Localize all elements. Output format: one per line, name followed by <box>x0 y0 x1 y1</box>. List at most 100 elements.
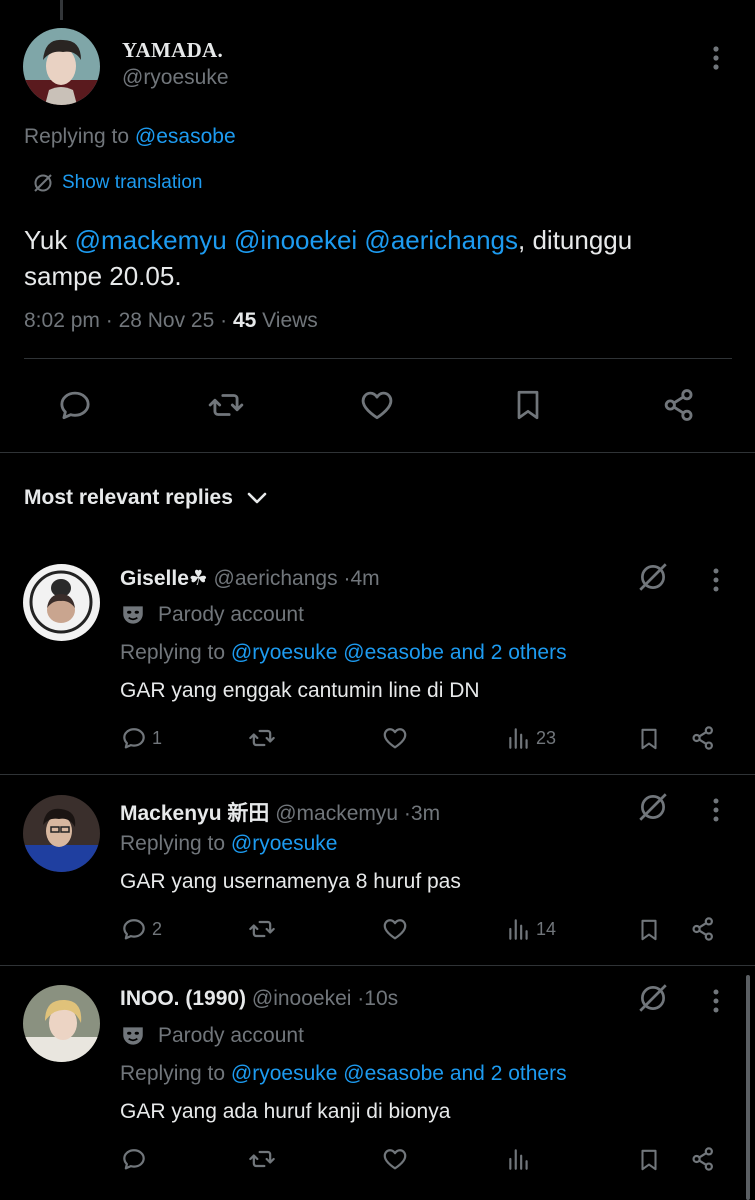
replying-to-link[interactable]: @ryoesuke @esasobe and 2 others <box>231 641 567 664</box>
parody-badge: Parody account <box>120 602 304 628</box>
retweet-icon[interactable] <box>206 386 246 424</box>
views-button[interactable]: 14 <box>506 915 556 943</box>
like-icon <box>381 1145 409 1173</box>
retweet-button[interactable] <box>246 1145 282 1173</box>
like-button[interactable] <box>381 1145 413 1173</box>
reply-author-line: Mackenyu 新田 @mackemyu ·3m <box>120 797 440 827</box>
share-icon[interactable] <box>660 386 698 424</box>
bookmark-icon[interactable] <box>636 1145 662 1175</box>
author-avatar[interactable] <box>23 28 100 105</box>
reply-time[interactable]: 10s <box>364 987 398 1010</box>
views-icon <box>506 724 532 752</box>
share-icon[interactable] <box>689 724 717 752</box>
tweet-time[interactable]: 8:02 pm <box>24 309 100 332</box>
mention-link[interactable]: @aerichangs <box>364 225 518 255</box>
bookmark-icon[interactable] <box>510 386 546 424</box>
views-icon <box>506 1145 532 1173</box>
reply-button[interactable]: 2 <box>120 915 162 943</box>
reply-icon <box>120 1145 148 1173</box>
reply-time[interactable]: 4m <box>350 567 379 590</box>
tweet-meta: 8:02 pm · 28 Nov 25 · 45 Views <box>24 309 318 332</box>
reply-actions: 2 14 <box>0 915 755 949</box>
mention-link[interactable]: @inooekei <box>234 225 357 255</box>
like-icon <box>381 915 409 943</box>
retweet-button[interactable] <box>246 724 282 752</box>
tweet-text-line2: sampe 20.05. <box>24 261 182 291</box>
reply-avatar[interactable] <box>23 564 100 641</box>
replying-to-link[interactable]: @ryoesuke <box>231 832 338 855</box>
bookmark-icon[interactable] <box>636 724 662 754</box>
replying-to-link[interactable]: @ryoesuke @esasobe and 2 others <box>231 1062 567 1085</box>
author-handle[interactable]: @ryoesuke <box>122 66 229 90</box>
reply-count: 1 <box>152 727 163 748</box>
like-icon <box>381 724 409 752</box>
views-count: 23 <box>536 727 557 748</box>
reply-replying-to: Replying to @ryoesuke <box>120 832 337 856</box>
reply-text: GAR yang enggak cantumin line di DN <box>120 679 480 702</box>
share-icon[interactable] <box>689 1145 717 1173</box>
views-label: Views <box>262 309 318 332</box>
retweet-icon <box>246 1145 278 1173</box>
divider <box>0 452 755 453</box>
like-button[interactable] <box>381 724 413 752</box>
tweet-text-prefix: Yuk <box>24 225 68 255</box>
translate-icon[interactable] <box>636 790 670 824</box>
tweet-actions <box>0 380 755 434</box>
replying-prefix: Replying to <box>24 125 130 148</box>
tweet-date[interactable]: 28 Nov 25 <box>119 309 215 332</box>
reply-icon[interactable] <box>56 386 94 424</box>
reply-button[interactable] <box>120 1145 152 1173</box>
tweet-text: Yuk @mackemyu @inooekei @aerichangs, dit… <box>24 222 724 294</box>
chevron-down-icon <box>247 491 267 505</box>
more-options-icon[interactable] <box>708 988 724 1014</box>
reply-author-name[interactable]: Mackenyu 新田 <box>120 802 269 825</box>
translate-icon <box>32 172 54 194</box>
author-name[interactable]: YAMADA. <box>122 38 223 63</box>
replying-prefix: Replying to <box>120 1062 226 1085</box>
show-translation-label: Show translation <box>62 172 203 193</box>
reply-text: GAR yang ada huruf kanji di bionya <box>120 1100 451 1123</box>
reply-avatar[interactable] <box>23 985 100 1062</box>
translate-icon[interactable] <box>636 981 670 1015</box>
reply-actions: 1 23 <box>0 724 755 758</box>
reply-author-handle[interactable]: @mackemyu <box>275 802 398 825</box>
views-icon <box>506 915 532 943</box>
retweet-icon <box>246 915 278 943</box>
reply-actions <box>0 1145 755 1179</box>
divider <box>0 965 755 966</box>
reply-author-handle[interactable]: @inooekei <box>252 987 352 1010</box>
reply-avatar[interactable] <box>23 795 100 872</box>
views-button[interactable] <box>506 1145 536 1173</box>
parody-badge: Parody account <box>120 1023 304 1049</box>
replying-prefix: Replying to <box>120 641 226 664</box>
replying-to-link[interactable]: @esasobe <box>135 125 236 148</box>
replying-prefix: Replying to <box>120 832 226 855</box>
more-options-icon[interactable] <box>708 567 724 593</box>
reply-time[interactable]: 3m <box>411 802 440 825</box>
bookmark-icon[interactable] <box>636 915 662 945</box>
reply-button[interactable]: 1 <box>120 724 162 752</box>
share-icon[interactable] <box>689 915 717 943</box>
mention-link[interactable]: @mackemyu <box>75 225 227 255</box>
scrollbar[interactable] <box>746 975 750 1200</box>
retweet-button[interactable] <box>246 915 282 943</box>
reply-author-name[interactable]: INOO. (1990) <box>120 987 246 1010</box>
more-options-icon[interactable] <box>708 45 724 71</box>
more-options-icon[interactable] <box>708 797 724 823</box>
sort-replies-button[interactable]: Most relevant replies <box>24 486 267 510</box>
like-button[interactable] <box>381 915 413 943</box>
mask-icon <box>120 602 146 628</box>
views-count: 14 <box>536 918 557 939</box>
translate-icon[interactable] <box>636 560 670 594</box>
reply-author-name[interactable]: Giselle☘ <box>120 567 208 590</box>
tweet-text-suffix: , ditunggu <box>518 225 633 255</box>
reply-separator: · <box>403 802 411 825</box>
show-translation-button[interactable]: Show translation <box>32 172 202 194</box>
views-button[interactable]: 23 <box>506 724 556 752</box>
divider <box>24 358 732 359</box>
replying-to: Replying to @esasobe <box>24 125 236 149</box>
parody-label: Parody account <box>158 1024 304 1047</box>
reply-icon <box>120 915 148 943</box>
like-icon[interactable] <box>358 386 396 424</box>
reply-author-handle[interactable]: @aerichangs <box>214 567 338 590</box>
